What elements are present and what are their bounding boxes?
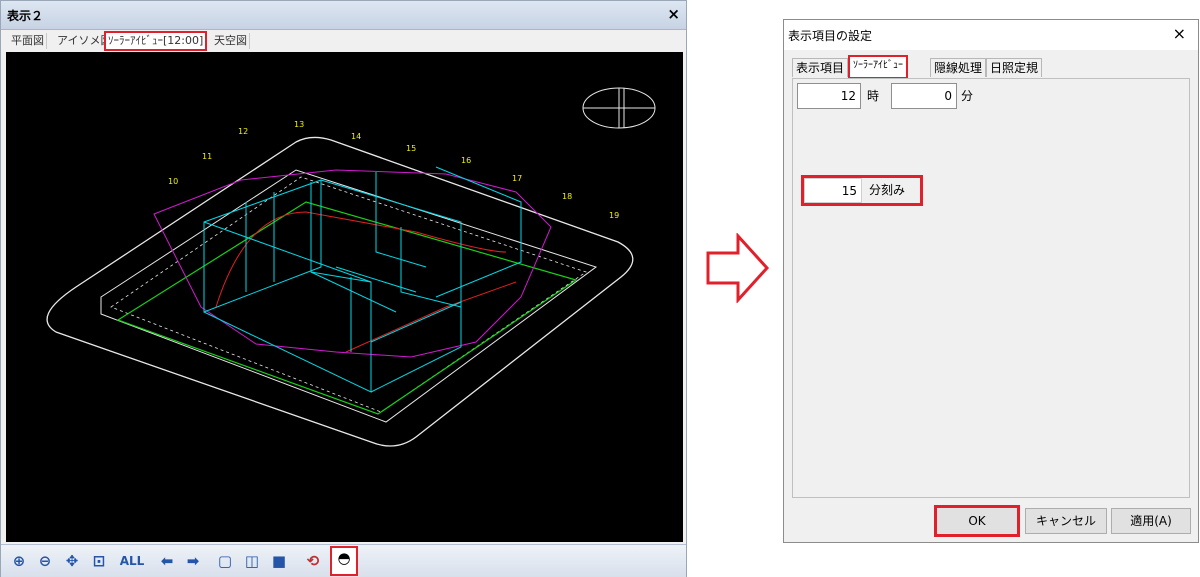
ok-button[interactable]: OK bbox=[934, 505, 1020, 537]
solar-view-icon[interactable]: ◓ bbox=[330, 546, 358, 576]
close-icon[interactable]: × bbox=[1173, 24, 1186, 43]
minute-input[interactable]: 0 bbox=[891, 83, 957, 109]
apply-button[interactable]: 適用(A) bbox=[1111, 508, 1191, 534]
arrow-right-icon[interactable]: ➡ bbox=[183, 551, 203, 571]
hour-label-12: 12 bbox=[238, 127, 248, 136]
all-button[interactable]: ALL bbox=[119, 551, 145, 571]
hour-label-11: 11 bbox=[202, 152, 212, 161]
hour-label-17: 17 bbox=[512, 174, 522, 183]
tab-solar-eye-view[interactable]: ｿｰﾗｰｱｲﾋﾞｭｰ[12:00] bbox=[104, 31, 208, 51]
step-unit-label: 分刻み bbox=[869, 183, 906, 197]
view-toolbar: ⊕ ⊖ ✥ ⊡ ALL ⬅ ➡ ▢ ◫ ■ ⟲ ◓ bbox=[1, 544, 686, 577]
pan-icon[interactable]: ✥ bbox=[62, 551, 82, 571]
hour-unit-label: 時 bbox=[867, 89, 880, 103]
tab-display-items[interactable]: 表示項目 bbox=[792, 58, 849, 77]
cancel-button[interactable]: キャンセル bbox=[1025, 508, 1107, 534]
sun-path bbox=[153, 169, 552, 358]
view-window: 表示２ × 平面図 アイソメ図 ｿｰﾗｰｱｲﾋﾞｭｰ[12:00] 天空図 10… bbox=[0, 0, 687, 577]
ground-line bbox=[116, 201, 578, 415]
close-icon[interactable]: × bbox=[667, 5, 680, 23]
cube-front-icon[interactable]: ▢ bbox=[215, 551, 235, 571]
hour-label-14: 14 bbox=[351, 132, 361, 141]
hour-label-18: 18 bbox=[562, 192, 572, 201]
solar-view-canvas[interactable]: 10 11 12 13 14 15 16 17 18 19 bbox=[6, 52, 683, 542]
hour-label-16: 16 bbox=[461, 156, 471, 165]
hour-label-19: 19 bbox=[609, 211, 619, 220]
tab-sunlight-ruler[interactable]: 日照定規 bbox=[986, 58, 1043, 77]
arrow-left-icon[interactable]: ⬅ bbox=[157, 551, 177, 571]
tab-sky-map[interactable]: 天空図 bbox=[212, 33, 250, 49]
step-input[interactable]: 15 bbox=[804, 178, 862, 203]
shadow-trace bbox=[215, 211, 507, 308]
tab-plan[interactable]: 平面図 bbox=[9, 33, 47, 49]
display-settings-dialog: 表示項目の設定 × 表示項目 ｿｰﾗｰｱｲﾋﾞｭｰ 隠線処理 日照定規 12 時… bbox=[783, 19, 1199, 543]
hour-label-10: 10 bbox=[168, 177, 178, 186]
view-tabs: 平面図 アイソメ図 ｿｰﾗｰｱｲﾋﾞｭｰ[12:00] 天空図 bbox=[1, 30, 686, 52]
cube-side-icon[interactable]: ◫ bbox=[242, 551, 262, 571]
rotate-icon[interactable]: ⟲ bbox=[303, 551, 323, 571]
minute-unit-label: 分 bbox=[961, 89, 974, 103]
zoom-out-icon[interactable]: ⊖ bbox=[35, 551, 55, 571]
tab-solar-eye-view[interactable]: ｿｰﾗｰｱｲﾋﾞｭｰ bbox=[848, 55, 908, 79]
view-window-title: 表示２ bbox=[7, 9, 44, 23]
building-wireframe bbox=[203, 166, 522, 393]
hour-label-15: 15 bbox=[406, 144, 416, 153]
dialog-tabs: 表示項目 ｿｰﾗｰｱｲﾋﾞｭｰ 隠線処理 日照定規 bbox=[792, 55, 1192, 79]
dialog-title: 表示項目の設定 bbox=[788, 29, 873, 43]
solar-view-settings-panel: 12 時 0 分 15 分刻み bbox=[792, 78, 1190, 498]
cube-solid-icon[interactable]: ■ bbox=[269, 551, 289, 571]
dialog-titlebar: 表示項目の設定 × bbox=[784, 20, 1198, 50]
fit-window-icon[interactable]: ⊡ bbox=[89, 551, 109, 571]
arrow-right-icon bbox=[706, 233, 770, 303]
zoom-in-icon[interactable]: ⊕ bbox=[9, 551, 29, 571]
compass-marker bbox=[582, 87, 656, 129]
hour-label-13: 13 bbox=[294, 120, 304, 129]
hour-input[interactable]: 12 bbox=[797, 83, 861, 109]
view-window-titlebar: 表示２ × bbox=[1, 1, 686, 30]
solar-view-drawing: 10 11 12 13 14 15 16 17 18 19 bbox=[46, 87, 656, 447]
tab-hidden-line[interactable]: 隠線処理 bbox=[930, 58, 987, 77]
